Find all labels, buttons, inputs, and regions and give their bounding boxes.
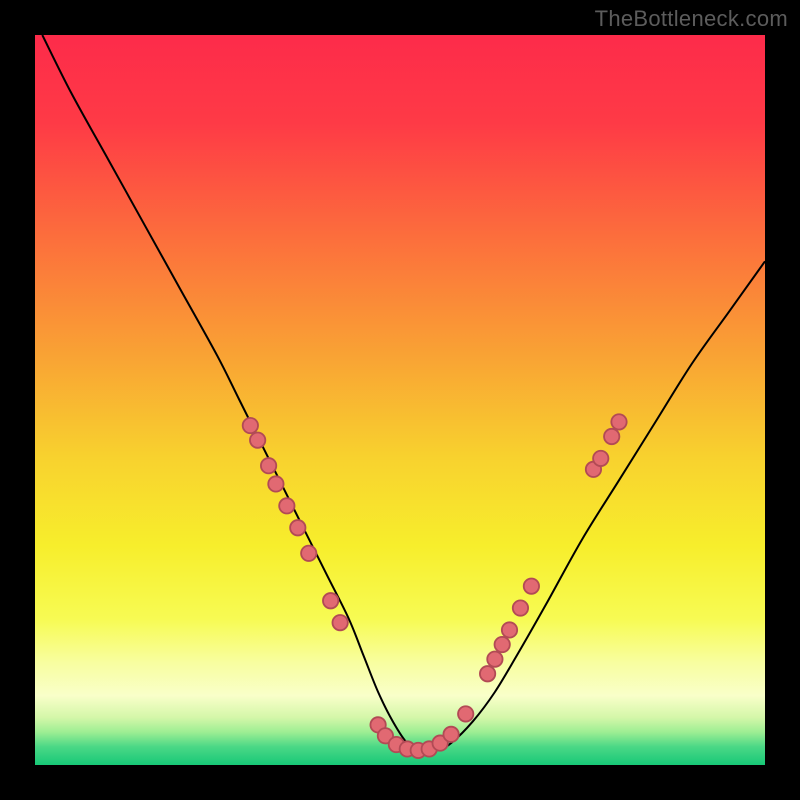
marker-dot [502, 622, 517, 637]
marker-dot [480, 666, 495, 681]
marker-dot [443, 727, 458, 742]
marker-dot [495, 637, 510, 652]
bottleneck-curve [42, 35, 765, 751]
marker-dot [243, 418, 258, 433]
marker-dot [604, 429, 619, 444]
marker-dot [323, 593, 338, 608]
chart-frame: TheBottleneck.com [0, 0, 800, 800]
marker-dot [513, 600, 528, 615]
marker-dot [524, 578, 539, 593]
plot-area [35, 35, 765, 765]
marker-dot [250, 432, 265, 447]
curve-layer [35, 35, 765, 765]
marker-dot [611, 414, 626, 429]
marker-dot [268, 476, 283, 491]
marker-dot [593, 451, 608, 466]
marker-dot [261, 458, 276, 473]
marker-dot [290, 520, 305, 535]
marker-dot [279, 498, 294, 513]
marker-dot [487, 651, 502, 666]
marker-dot [301, 546, 316, 561]
marker-dots-group [243, 414, 627, 758]
watermark-text: TheBottleneck.com [595, 6, 788, 32]
marker-dot [332, 615, 347, 630]
marker-dot [458, 706, 473, 721]
